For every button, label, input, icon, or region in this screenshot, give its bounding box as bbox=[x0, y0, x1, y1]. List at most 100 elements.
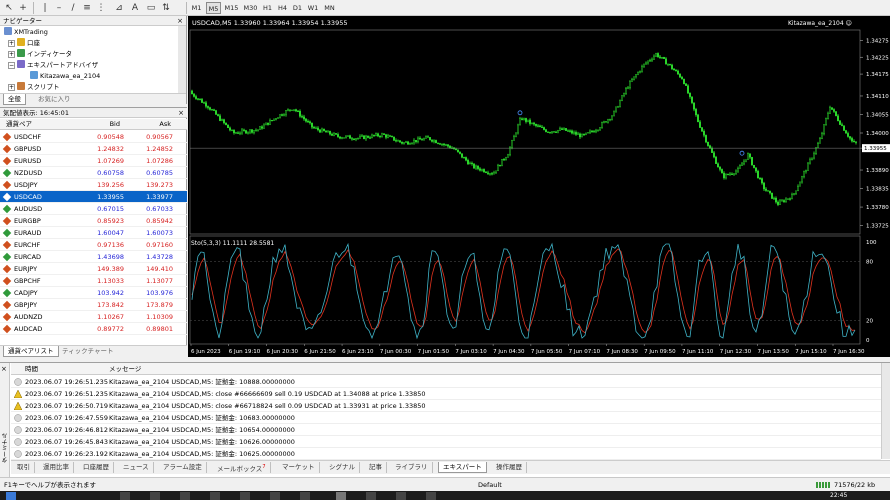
market-watch-row[interactable]: EURAUD 1.60047 1.60073 bbox=[0, 227, 187, 239]
column-ask[interactable]: Ask bbox=[159, 119, 171, 130]
taskbar-app-icon[interactable] bbox=[396, 492, 406, 500]
vertical-line-icon[interactable]: | bbox=[40, 3, 50, 13]
market-watch-row[interactable]: USDCAD 1.33955 1.33977 bbox=[0, 191, 187, 203]
cursor-icon[interactable]: ↖ bbox=[4, 3, 14, 13]
shapes-icon[interactable]: ⊿ bbox=[114, 3, 124, 13]
timeframe-m30[interactable]: M30 bbox=[242, 2, 259, 14]
market-watch-row[interactable]: GBPCHF 1.13033 1.13077 bbox=[0, 275, 187, 287]
market-watch-row[interactable]: AUDCAD 0.89772 0.89801 bbox=[0, 323, 187, 335]
market-watch-row[interactable]: EURCHF 0.97136 0.97160 bbox=[0, 239, 187, 251]
candle-body bbox=[335, 133, 337, 135]
taskbar-app-icon[interactable] bbox=[180, 492, 190, 500]
fibonacci-icon[interactable]: ⋮ bbox=[96, 3, 106, 13]
terminal-tab[interactable]: 記事 bbox=[365, 462, 387, 473]
terminal-tab[interactable]: エキスパート bbox=[438, 462, 487, 473]
terminal-tab[interactable]: 口座履歴 bbox=[79, 462, 114, 473]
terminal-tab[interactable]: メールボックス7 bbox=[213, 462, 271, 473]
market-watch-row[interactable]: AUDNZD 1.10267 1.10309 bbox=[0, 311, 187, 323]
timeframe-m5[interactable]: M5 bbox=[206, 2, 221, 14]
market-watch-row[interactable]: EURUSD 1.07269 1.07286 bbox=[0, 155, 187, 167]
terminal-scrollbar[interactable] bbox=[881, 363, 890, 459]
market-watch-row[interactable]: GBPUSD 1.24832 1.24852 bbox=[0, 143, 187, 155]
market-watch-row[interactable]: AUDUSD 0.67015 0.67033 bbox=[0, 203, 187, 215]
log-row[interactable]: 2023.06.07 19:26:47.559 Kitazawa_ea_2104 … bbox=[11, 412, 881, 424]
text-icon[interactable]: A bbox=[130, 3, 140, 13]
column-time[interactable]: 時間 bbox=[25, 363, 38, 375]
market-watch-row[interactable]: EURGBP 0.85923 0.85942 bbox=[0, 215, 187, 227]
market-watch-row[interactable]: USDJPY 139.256 139.273 bbox=[0, 179, 187, 191]
tree-item-accounts[interactable]: + 口座 bbox=[8, 38, 40, 49]
close-icon[interactable]: × bbox=[178, 108, 184, 118]
log-row[interactable]: 2023.06.07 19:26:45.843 Kitazawa_ea_2104 … bbox=[11, 436, 881, 448]
close-icon[interactable]: × bbox=[1, 365, 7, 373]
log-row[interactable]: 2023.06.07 19:26:23.192 Kitazawa_ea_2104 … bbox=[11, 448, 881, 460]
ea-icon bbox=[30, 71, 38, 79]
navigator-scrollbar[interactable] bbox=[178, 26, 186, 93]
log-row[interactable]: 2023.06.07 19:26:46.812 Kitazawa_ea_2104 … bbox=[11, 424, 881, 436]
timeframe-h1[interactable]: H1 bbox=[261, 2, 274, 14]
candle-body bbox=[333, 133, 335, 136]
market-watch-row[interactable]: CADJPY 103.942 103.976 bbox=[0, 287, 187, 299]
trendline-icon[interactable]: / bbox=[68, 3, 78, 13]
log-row[interactable]: 2023.06.07 19:26:51.235 Kitazawa_ea_2104 … bbox=[11, 376, 881, 388]
chart-window[interactable]: 1.34275 1.34225 1.34175 1.34110 1.34055 1.340… bbox=[188, 16, 890, 357]
expand-icon[interactable]: + bbox=[8, 40, 15, 47]
tree-item-ea[interactable]: Kitazawa_ea_2104 bbox=[30, 71, 100, 82]
market-watch-row[interactable]: EURJPY 149.389 149.410 bbox=[0, 263, 187, 275]
expand-icon[interactable]: + bbox=[8, 51, 15, 58]
symbol-name: EURGBP bbox=[14, 217, 41, 225]
timeframe-m15[interactable]: M15 bbox=[223, 2, 240, 14]
taskbar-app-icon[interactable] bbox=[300, 492, 310, 500]
collapse-icon[interactable]: − bbox=[8, 62, 15, 69]
market-watch-row[interactable]: EURCAD 1.43698 1.43728 bbox=[0, 251, 187, 263]
tree-item-scripts[interactable]: + スクリプト bbox=[8, 82, 60, 93]
tab-tick-chart[interactable]: ティックチャート bbox=[58, 346, 118, 357]
taskbar-app-icon[interactable] bbox=[120, 492, 130, 500]
taskbar-app-icon[interactable] bbox=[240, 492, 250, 500]
tab-symbols[interactable]: 通貨ペアリスト bbox=[3, 346, 59, 357]
tree-item-expert-advisors[interactable]: − エキスパートアドバイザ bbox=[8, 60, 98, 71]
tree-item-indicators[interactable]: + インディケータ bbox=[8, 49, 72, 60]
timeframe-m1[interactable]: M1 bbox=[189, 2, 204, 14]
candle-body bbox=[475, 165, 477, 169]
timeframe-d1[interactable]: D1 bbox=[291, 2, 304, 14]
taskbar-app-icon[interactable] bbox=[150, 492, 160, 500]
terminal-tab[interactable]: 運用比率 bbox=[39, 462, 74, 473]
taskbar-app-icon[interactable] bbox=[366, 492, 376, 500]
timeframe-h4[interactable]: H4 bbox=[276, 2, 289, 14]
market-watch-row[interactable]: NZDUSD 0.60758 0.60785 bbox=[0, 167, 187, 179]
log-row[interactable]: 2023.06.07 19:26:50.719 Kitazawa_ea_2104 … bbox=[11, 400, 881, 412]
expand-icon[interactable]: + bbox=[8, 84, 15, 91]
crosshair-icon[interactable]: + bbox=[18, 3, 28, 13]
terminal-tab[interactable]: ライブラリ bbox=[391, 462, 433, 473]
terminal-tab[interactable]: 取引 bbox=[13, 462, 35, 473]
taskbar-app-icon[interactable] bbox=[270, 492, 280, 500]
timeframe-mn[interactable]: MN bbox=[322, 2, 337, 14]
horizontal-line-icon[interactable]: – bbox=[54, 3, 64, 13]
candle-body bbox=[233, 129, 235, 134]
terminal-tab[interactable]: シグナル bbox=[325, 462, 360, 473]
terminal-tab[interactable]: ニュース bbox=[119, 462, 154, 473]
taskbar-app-icon[interactable] bbox=[426, 492, 436, 500]
arrows-icon[interactable]: ⇅ bbox=[161, 3, 171, 13]
terminal-tab[interactable]: マーケット bbox=[278, 462, 320, 473]
taskbar-app-icon[interactable] bbox=[210, 492, 220, 500]
tab-favorites[interactable]: お気に入り bbox=[34, 94, 75, 105]
close-icon[interactable]: × bbox=[177, 16, 183, 26]
channel-icon[interactable]: ≡ bbox=[82, 3, 92, 13]
log-row[interactable]: 2023.06.07 19:26:51.235 Kitazawa_ea_2104 … bbox=[11, 388, 881, 400]
market-watch-row[interactable]: USDCHF 0.90548 0.90567 bbox=[0, 131, 187, 143]
terminal-tab[interactable]: 操作履歴 bbox=[492, 462, 527, 473]
taskbar-app-icon[interactable] bbox=[336, 492, 346, 500]
tree-item-xmtrading[interactable]: XMTrading bbox=[4, 27, 48, 38]
label-icon[interactable]: ▭ bbox=[146, 3, 156, 13]
terminal-tab[interactable]: アラーム設定 bbox=[159, 462, 207, 473]
market-watch-row[interactable]: GBPJPY 173.842 173.879 bbox=[0, 299, 187, 311]
column-bid[interactable]: Bid bbox=[110, 119, 120, 130]
column-symbol[interactable]: 通貨ペア bbox=[6, 119, 32, 130]
chart-canvas[interactable]: 1.34275 1.34225 1.34175 1.34110 1.34055 1.340… bbox=[188, 16, 890, 357]
column-message[interactable]: メッセージ bbox=[109, 363, 141, 375]
start-icon[interactable] bbox=[6, 492, 16, 500]
timeframe-w1[interactable]: W1 bbox=[306, 2, 320, 14]
tab-general[interactable]: 全般 bbox=[3, 94, 26, 105]
